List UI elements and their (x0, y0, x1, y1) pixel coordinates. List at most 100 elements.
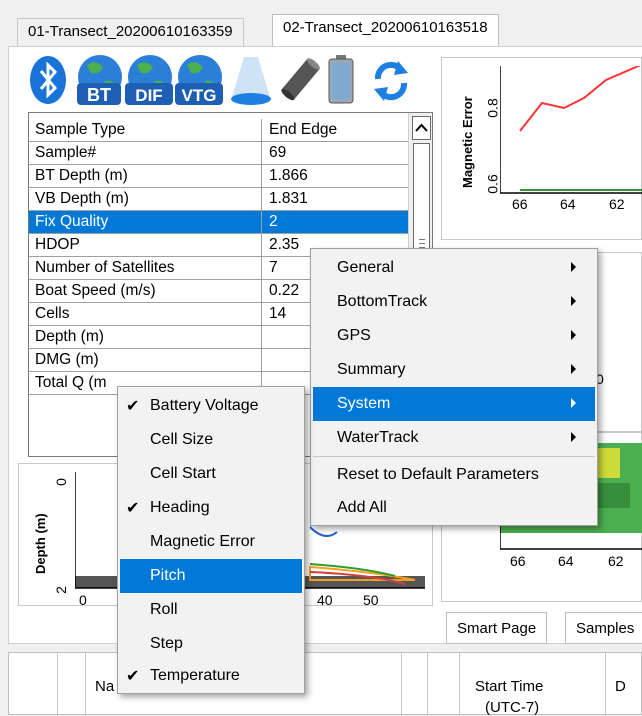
grid-row-value: 2.35 (269, 236, 300, 253)
grid-row[interactable]: Sample Type End Edge (29, 119, 409, 142)
chart-y-tick: 2 (52, 586, 69, 594)
chevron-up-icon (415, 123, 428, 132)
submenu-item-roll[interactable]: Roll (120, 593, 302, 627)
menu-item-reset-defaults[interactable]: Reset to Default Parameters (313, 458, 595, 492)
submenu-arrow-icon (571, 262, 576, 272)
grid-row-value: 69 (269, 144, 287, 161)
submenu-item-step[interactable]: Step (120, 627, 302, 661)
menu-item-add-all[interactable]: Add All (313, 491, 595, 525)
submenu-item-cell-size[interactable]: Cell Size (120, 423, 302, 457)
grid-row-selected[interactable]: Fix Quality 2 (29, 211, 409, 234)
chart-x-tick: 66 (512, 196, 528, 212)
grid-column-divider (261, 349, 262, 372)
grid-row-name: Sample Type (35, 121, 126, 138)
svg-text:BT: BT (87, 85, 111, 105)
menu-item-system[interactable]: System (313, 387, 595, 421)
globe-bt-icon[interactable]: BT (73, 53, 125, 111)
grid-row[interactable]: Sample# 69 (29, 142, 409, 165)
battery-icon[interactable] (326, 53, 356, 111)
table-header-start-time-tz: (UTC-7) (485, 699, 540, 716)
svg-text:VTG: VTG (182, 86, 217, 105)
grid-row-name: Boat Speed (m/s) (35, 282, 156, 299)
submenu-arrow-icon (571, 432, 576, 442)
submenu-arrow-icon (571, 296, 576, 306)
submenu-item-cell-start[interactable]: Cell Start (120, 457, 302, 491)
chart-x-tick: 62 (608, 553, 624, 569)
grid-column-divider (261, 211, 262, 234)
grid-row-name: DMG (m) (35, 351, 99, 368)
tab-transect-01[interactable]: 01-Transect_20200610163359 (17, 18, 244, 46)
chart-x-tick: 64 (560, 196, 576, 212)
grid-row[interactable]: VB Depth (m) 1.831 (29, 188, 409, 211)
transect-summary-table[interactable]: Na Start Time (UTC-7) D (8, 652, 642, 716)
checkmark-icon: ✔ (126, 668, 140, 685)
chart-x-tick: 62 (609, 196, 625, 212)
submenu-arrow-icon (571, 330, 576, 340)
chart-y-tick: 0 (52, 478, 69, 486)
chart-y-axis-label: Depth (m) (33, 513, 48, 574)
system-submenu: ✔ Battery Voltage Cell Size Cell Start ✔… (117, 386, 305, 694)
table-header-start-time[interactable]: Start Time (475, 678, 543, 695)
magnetic-error-line (519, 66, 641, 132)
menu-item-summary[interactable]: Summary (313, 353, 595, 387)
chart-context-menu: General BottomTrack GPS Summary System W… (310, 248, 598, 526)
tab-transect-02[interactable]: 02-Transect_20200610163518 (272, 14, 499, 47)
bluetooth-icon[interactable] (28, 55, 68, 109)
grid-row-value: 7 (269, 259, 278, 276)
submenu-item-heading[interactable]: ✔ Heading (120, 491, 302, 525)
grid-row-name: Depth (m) (35, 328, 104, 345)
grid-row-name: HDOP (35, 236, 80, 253)
chart-x-tick: 0 (79, 592, 87, 608)
grid-column-divider (261, 257, 262, 280)
refresh-icon[interactable] (370, 57, 412, 107)
grid-row-name: Number of Satellites (35, 259, 175, 276)
chart-y-tick: 0.8 (484, 98, 501, 118)
grid-row-name: BT Depth (m) (35, 167, 128, 184)
grid-row-value: End Edge (269, 121, 338, 138)
scroll-up-button[interactable] (412, 116, 431, 140)
grid-column-divider (261, 234, 262, 257)
chart-y-axis-label: Magnetic Error (460, 96, 475, 188)
globe-dif-icon[interactable]: DIF (123, 53, 175, 111)
grid-row-name: Fix Quality (35, 213, 109, 230)
grid-row-value: 1.831 (269, 190, 308, 207)
menu-separator (313, 456, 595, 457)
grid-row-name: Sample# (35, 144, 97, 161)
document-tab-bar: 01-Transect_20200610163359 02-Transect_2… (0, 0, 642, 47)
magnetic-error-chart: Magnetic Error 0.8 0.6 66 64 62 (441, 57, 642, 240)
grid-column-divider (261, 119, 262, 142)
grid-column-divider (261, 142, 262, 165)
grid-column-divider (261, 303, 262, 326)
tab-samples[interactable]: Samples (565, 612, 642, 644)
menu-item-general[interactable]: General (313, 251, 595, 285)
menu-item-bottomtrack[interactable]: BottomTrack (313, 285, 595, 319)
submenu-arrow-icon (571, 364, 576, 374)
menu-item-watertrack[interactable]: WaterTrack (313, 421, 595, 455)
submenu-arrow-icon (571, 398, 576, 408)
grid-row-value: 14 (269, 305, 287, 322)
grid-row-value: 2 (269, 213, 278, 230)
chart-x-tick: 40 (317, 592, 333, 608)
chart-x-tick: 66 (510, 553, 526, 569)
table-header-name[interactable]: Na (95, 678, 114, 695)
grid-row-name: Cells (35, 305, 70, 322)
transducer-icon[interactable] (280, 53, 320, 111)
menu-item-gps[interactable]: GPS (313, 319, 595, 353)
submenu-item-temperature[interactable]: ✔ Temperature (120, 659, 302, 693)
chart-y-tick: 0.6 (484, 174, 501, 194)
chart-x-tick: 64 (558, 553, 574, 569)
grid-column-divider (261, 165, 262, 188)
checkmark-icon: ✔ (126, 500, 140, 517)
table-header-d[interactable]: D (615, 678, 626, 695)
globe-vtg-icon[interactable]: VTG (173, 53, 225, 111)
grid-row-value: 1.866 (269, 167, 308, 184)
light-beam-icon[interactable] (228, 53, 274, 111)
tab-smart-page[interactable]: Smart Page (446, 612, 548, 644)
grid-column-divider (261, 326, 262, 349)
submenu-item-battery-voltage[interactable]: ✔ Battery Voltage (120, 389, 302, 423)
submenu-item-magnetic-error[interactable]: Magnetic Error (120, 525, 302, 559)
submenu-item-pitch[interactable]: Pitch (120, 559, 302, 593)
chart-plot-area (500, 66, 642, 194)
grid-row-name: Total Q (m (35, 374, 107, 391)
grid-row[interactable]: BT Depth (m) 1.866 (29, 165, 409, 188)
